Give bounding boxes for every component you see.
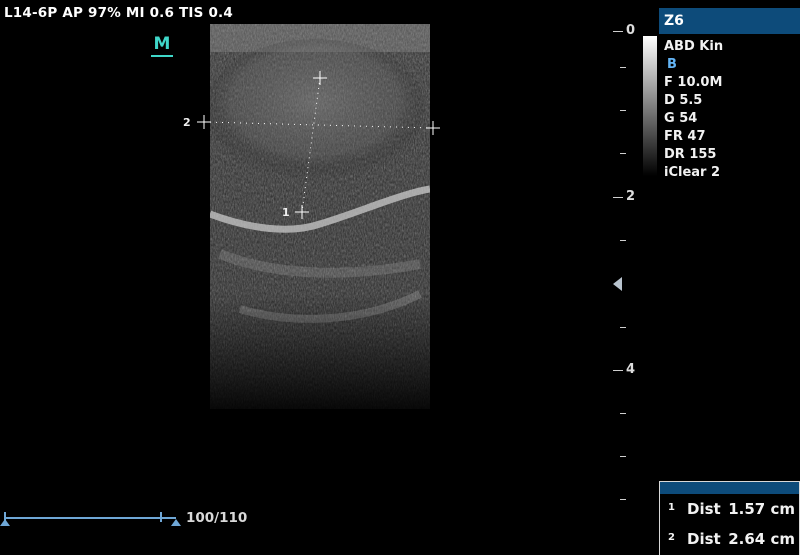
measurement-value: 2.64 cm bbox=[728, 530, 795, 548]
focus-marker-icon[interactable] bbox=[613, 277, 622, 291]
measurement-value: 1.57 cm bbox=[728, 500, 795, 518]
depth-tick bbox=[613, 197, 623, 198]
param-iclear: iClear 2 bbox=[664, 165, 721, 180]
measurement-results: 1 Dist 1.57 cm 2 Dist 2.64 cm bbox=[659, 481, 800, 555]
depth-tick bbox=[620, 240, 626, 241]
measurement-index: 1 bbox=[668, 502, 675, 513]
caliper-cross-icon[interactable] bbox=[295, 205, 309, 219]
caliper-line-2 bbox=[197, 115, 440, 135]
measurement-row[interactable]: 2 Dist 2.64 cm bbox=[660, 524, 799, 554]
caliper-cross-icon[interactable] bbox=[197, 115, 211, 129]
cine-slider-track[interactable] bbox=[4, 517, 176, 519]
depth-tick bbox=[620, 327, 626, 328]
preset-label: ABD Kin bbox=[664, 39, 724, 54]
depth-tick bbox=[620, 153, 626, 154]
caliper-line-1 bbox=[295, 71, 327, 219]
parameter-list: ABD Kin B F 10.0M D 5.5 G 54 FR 47 DR 15… bbox=[659, 38, 800, 182]
measurement-index: 2 bbox=[668, 532, 675, 543]
depth-tick bbox=[620, 499, 626, 500]
measurement-name: Dist bbox=[687, 530, 721, 548]
caliper-label-2: 2 bbox=[183, 116, 191, 129]
depth-tick bbox=[620, 413, 626, 414]
cine-slider-end-handle-icon[interactable] bbox=[171, 519, 181, 526]
measurement-name: Dist bbox=[687, 500, 721, 518]
grayscale-bar bbox=[643, 36, 657, 176]
depth-tick bbox=[620, 110, 626, 111]
imaging-mode-label[interactable]: Z6 bbox=[659, 8, 800, 34]
cine-slider-marker[interactable] bbox=[160, 512, 162, 522]
depth-tick bbox=[613, 31, 623, 32]
measurement-header bbox=[660, 482, 799, 494]
caliper-cross-icon[interactable] bbox=[313, 71, 327, 85]
depth-tick bbox=[620, 456, 626, 457]
cine-slider-start-handle-icon[interactable] bbox=[0, 519, 10, 526]
parameter-panel: Z6 ABD Kin B F 10.0M D 5.5 G 54 FR 47 DR… bbox=[643, 8, 800, 182]
depth-label-4: 4 bbox=[626, 362, 636, 377]
caliper-label-1: 1 bbox=[282, 206, 290, 219]
param-dynamic-range: DR 155 bbox=[664, 147, 717, 162]
depth-tick bbox=[613, 370, 623, 371]
caliper-cross-icon[interactable] bbox=[426, 121, 440, 135]
param-frequency: F 10.0M bbox=[664, 75, 723, 90]
depth-tick bbox=[620, 67, 626, 68]
image-mode-label: B bbox=[667, 57, 677, 72]
depth-label-2: 2 bbox=[626, 189, 636, 204]
measurement-row[interactable]: 1 Dist 1.57 cm bbox=[660, 494, 799, 524]
param-gain: G 54 bbox=[664, 111, 698, 126]
cine-frame-counter: 100/110 bbox=[186, 510, 248, 526]
param-depth: D 5.5 bbox=[664, 93, 703, 108]
depth-label-0: 0 bbox=[626, 23, 636, 38]
param-frame-rate: FR 47 bbox=[664, 129, 706, 144]
